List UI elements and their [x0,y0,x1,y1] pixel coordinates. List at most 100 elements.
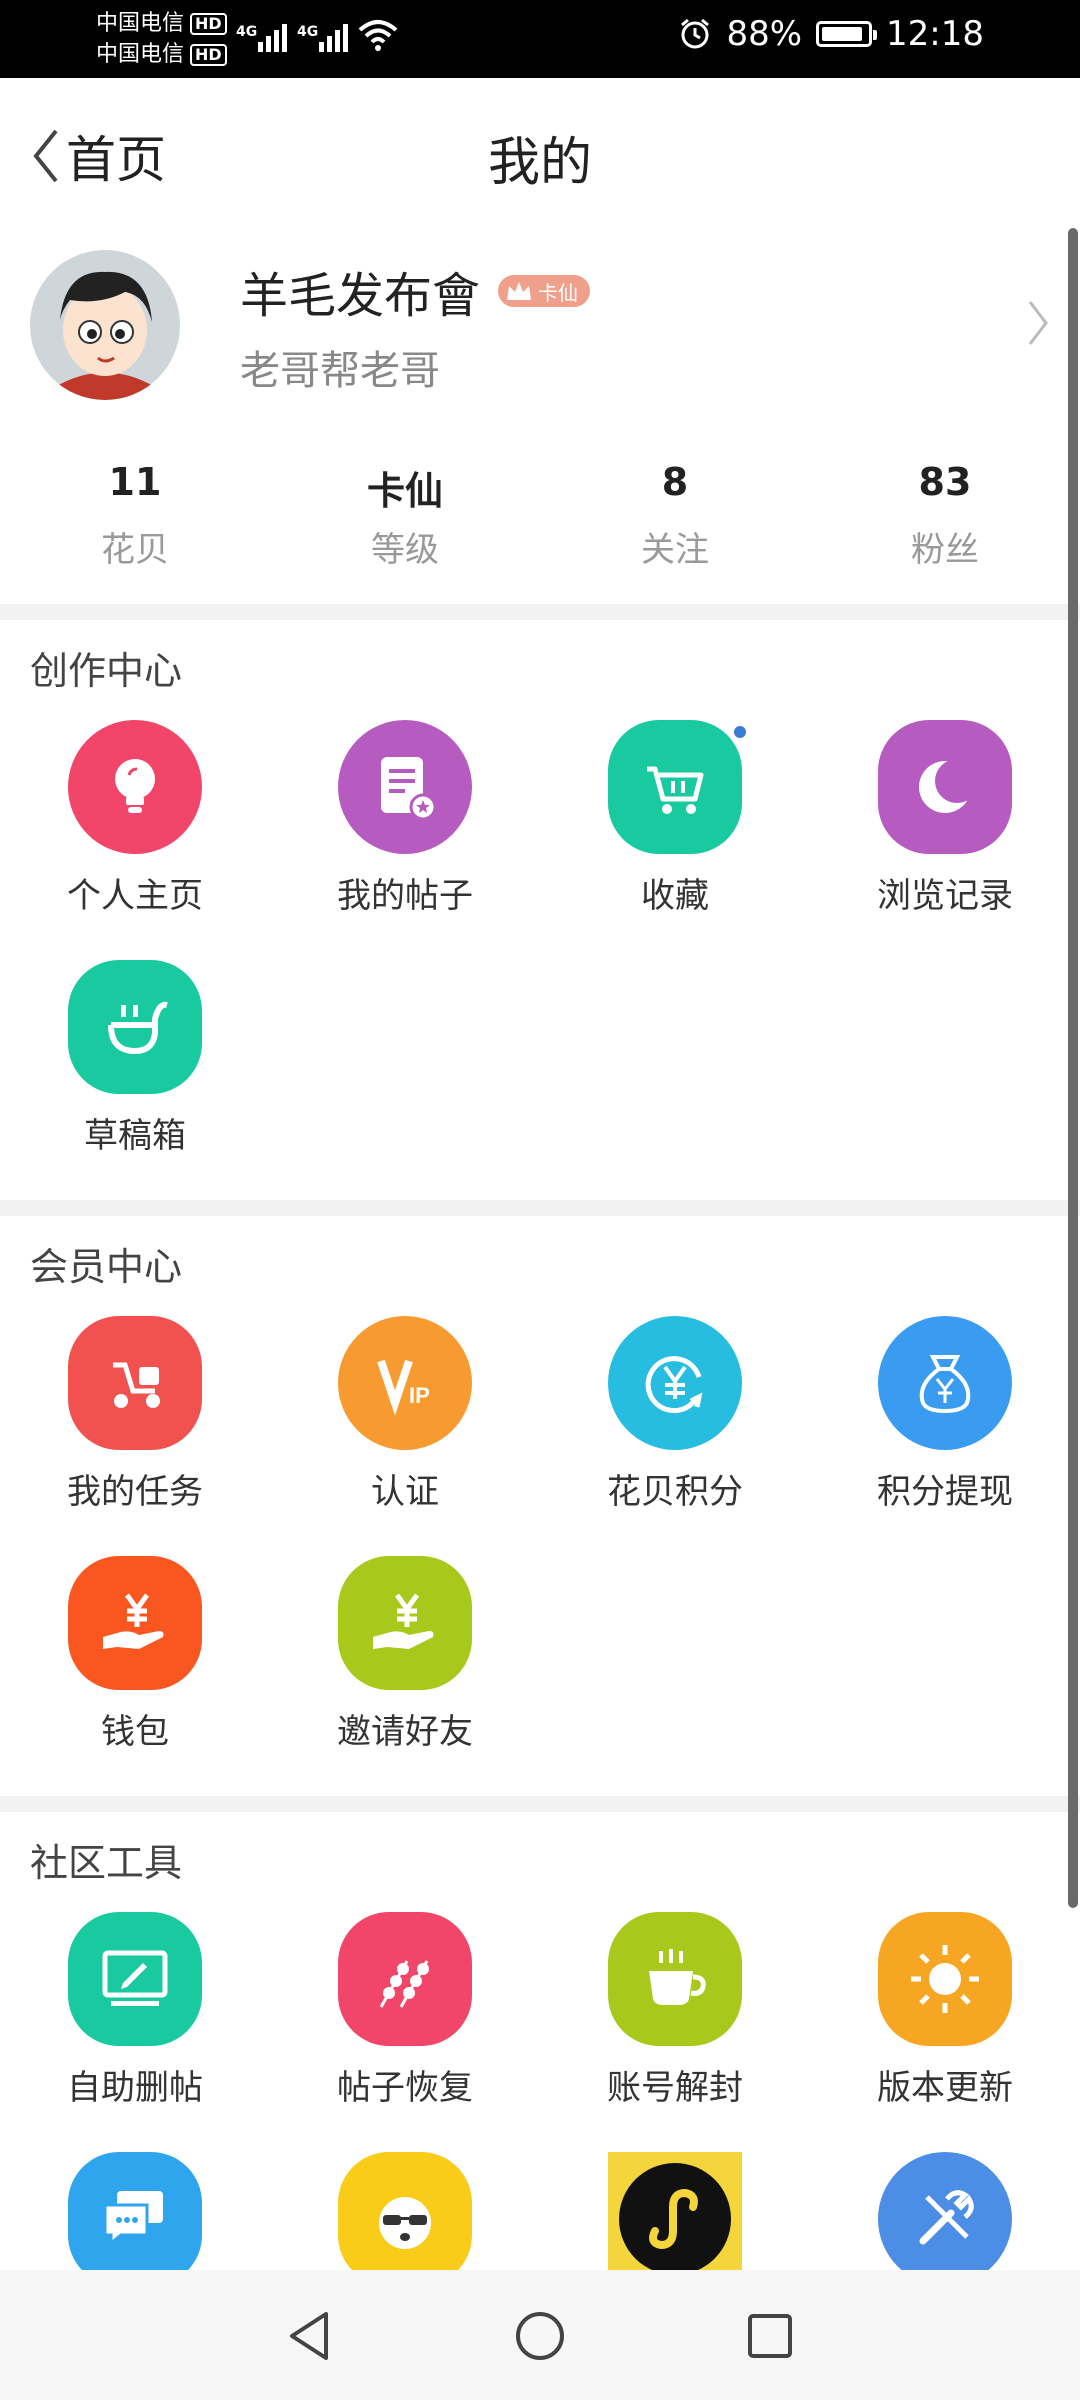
grid-item-label: 浏览记录 [877,876,1013,916]
recent-apps-icon[interactable] [740,2306,800,2366]
username: 羊毛发布會 [240,268,481,324]
status-bar: 中国电信 HD 中国电信 HD 4G 4G 88% 12:18 [0,0,1080,78]
stat-value: 卡仙 [366,469,443,513]
smile-bag-icon [68,960,202,1094]
carrier-2: 中国电信 [96,42,185,67]
stat-value: 8 [661,460,689,504]
grid-item-label: 个人主页 [67,876,203,916]
section-title-member: 会员中心 [30,1245,183,1289]
grid-item-wallet[interactable]: 钱包 [0,1556,270,1753]
grid-item-label: 我的任务 [67,1472,203,1512]
tools-icon [878,2152,1012,2286]
lightbulb-icon [68,720,202,854]
grid-item-label: 积分提现 [877,1472,1013,1512]
chevron-right-icon[interactable] [1026,298,1050,348]
grid-item-label: 账号解封 [607,2068,743,2108]
grid-item-invite[interactable]: 邀请好友 [270,1556,540,1753]
grid-item-restore-post[interactable]: 帖子恢复 [270,1912,540,2109]
grid-item-label: 我的帖子 [337,876,473,916]
grid-item-delete-post[interactable]: 自助删帖 [0,1912,270,2109]
avatar[interactable] [30,250,180,400]
section-divider [0,1796,1080,1812]
back-triangle-icon[interactable] [280,2306,340,2366]
grid-item-label: 花贝积分 [607,1472,743,1512]
carrier-1: 中国电信 [96,11,185,36]
section-divider [0,1200,1080,1216]
signal-group: 4G 4G [236,18,398,52]
alarm-icon [681,18,710,49]
home-circle-icon[interactable] [510,2306,570,2366]
stat-label: 关注 [641,530,709,570]
crown-icon [507,282,532,300]
top-header: 首页 我的 [0,78,1080,226]
document-icon [338,720,472,854]
scooter-icon [68,1316,202,1450]
stat-value: 11 [108,460,162,504]
skewer-icon [338,1912,472,2046]
yuan-exchange-icon [608,1316,742,1450]
grid-item-favorites[interactable]: 收藏 [540,720,810,917]
grid-item-points[interactable]: 花贝积分 [540,1316,810,1513]
username-row: 羊毛发布會 卡仙 [240,256,591,326]
status-right: 88% 12:18 [678,14,984,54]
profile-card[interactable]: 羊毛发布會 卡仙 老哥帮老哥 [0,226,1080,426]
grid-item-label: 钱包 [101,1712,169,1752]
coffee-cup-icon [608,1912,742,2046]
stats-row: 11 花贝 卡仙 等级 8 关注 83 粉丝 [0,460,1080,571]
vip-icon: IP [338,1316,472,1450]
grid-item-mini-program[interactable] [540,2152,810,2286]
grid-item-version-update[interactable]: 版本更新 [810,1912,1080,2109]
grid-item-label: 草稿箱 [84,1116,186,1156]
grid-item-drafts[interactable]: 草稿箱 [0,960,270,1157]
section-title-creation: 创作中心 [30,649,183,693]
stat-value: 83 [918,460,972,504]
hand-yuan-icon [68,1556,202,1690]
scrollbar[interactable] [1068,228,1078,1908]
grid-item-messages[interactable] [0,2152,270,2286]
grid-item-cool-face[interactable] [270,2152,540,2286]
grid-item-label: 版本更新 [877,2068,1013,2108]
grid-item-verify[interactable]: IP 认证 [270,1316,540,1513]
wifi-icon [358,20,398,51]
network-type: 4G [236,24,258,40]
battery-percent: 88% [726,14,803,54]
signal-icon: 4G [297,24,348,52]
grid-item-unban-account[interactable]: 账号解封 [540,1912,810,2109]
monitor-edit-icon [68,1912,202,2046]
grid-item-my-posts[interactable]: 我的帖子 [270,720,540,917]
hd-badge: HD [190,43,227,66]
badge-label: 卡仙 [538,280,579,305]
network-type: 4G [297,24,319,40]
grid-item-label: 认证 [371,1472,439,1512]
level-badge: 卡仙 [498,275,591,307]
section-divider [0,604,1080,620]
grid-item-label: 帖子恢复 [337,2068,473,2108]
sunglasses-face-icon [338,2152,472,2286]
stat-label: 花贝 [101,530,169,570]
grid-item-tools[interactable] [810,2152,1080,2286]
signal-icon: 4G [236,24,287,52]
svg-text:IP: IP [409,1383,430,1408]
cartoon-avatar-icon [30,250,180,400]
chat-icon [68,2152,202,2286]
grid-item-my-tasks[interactable]: 我的任务 [0,1316,270,1513]
clock: 12:18 [886,14,984,54]
stat-label: 粉丝 [911,530,979,570]
money-bag-icon [878,1316,1012,1450]
cart-icon [608,720,746,854]
stat-followers[interactable]: 83 粉丝 [810,460,1080,571]
section-title-tools: 社区工具 [30,1841,183,1885]
stat-huabei[interactable]: 11 花贝 [0,460,270,571]
grid-item-label: 收藏 [641,876,709,916]
carrier-info: 中国电信 HD 中国电信 HD [96,8,227,70]
moon-icon [878,720,1012,854]
grid-item-label: 邀请好友 [337,1712,473,1752]
grid-item-history[interactable]: 浏览记录 [810,720,1080,917]
stat-level[interactable]: 卡仙 等级 [270,460,540,571]
user-subtitle: 老哥帮老哥 [240,348,440,394]
stat-following[interactable]: 8 关注 [540,460,810,571]
grid-item-profile-page[interactable]: 个人主页 [0,720,270,917]
mini-program-icon [608,2152,742,2286]
page-title: 我的 [487,133,592,193]
grid-item-withdraw[interactable]: 积分提现 [810,1316,1080,1513]
